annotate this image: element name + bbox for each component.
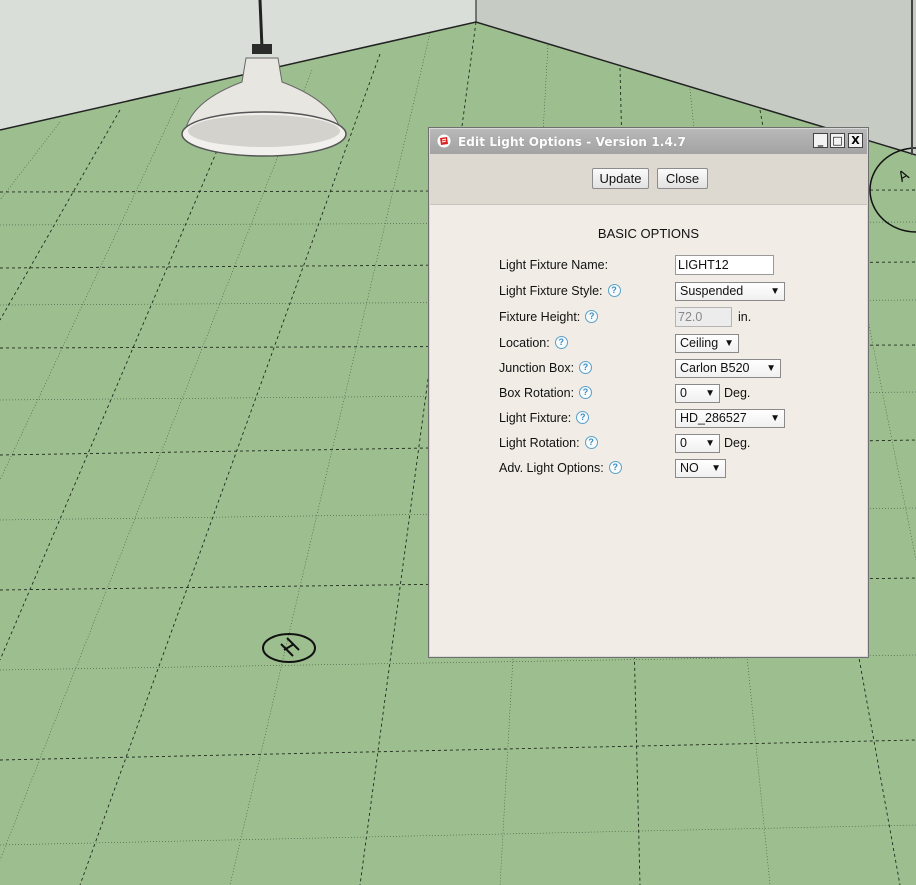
junction-box-label: Junction Box:? [499,361,593,375]
junction-box-value: Carlon B520 [680,361,750,375]
fixture-height-unit: in. [738,310,752,324]
light-fixture-label: Light Fixture:? [499,411,590,425]
light-rotation-unit: Deg. [724,436,751,450]
close-window-button[interactable]: X [848,133,863,148]
title-bar[interactable]: Edit Light Options - Version 1.4.7 _ □ X [430,129,867,154]
junction-box-label-text: Junction Box: [499,361,575,375]
action-bar: Update Close [430,154,867,205]
help-icon[interactable]: ? [579,361,593,374]
fixture-height-label: Fixture Height:? [499,310,599,324]
help-icon[interactable]: ? [584,436,598,449]
location-select[interactable]: Ceiling ▼ [675,334,739,353]
box-rotation-label: Box Rotation:? [499,386,593,400]
light-fixture-label-text: Light Fixture: [499,411,572,425]
dropdown-arrow-icon: ▼ [770,413,780,424]
fixture-style-label-text: Light Fixture Style: [499,284,603,298]
light-rotation-label: Light Rotation:? [499,436,598,450]
fixture-style-label: Light Fixture Style:? [499,284,621,298]
dropdown-arrow-icon: ▼ [724,338,734,349]
fixture-name-label: Light Fixture Name: [499,258,608,272]
help-icon[interactable]: ? [608,461,622,474]
window-title: Edit Light Options - Version 1.4.7 [458,135,687,149]
adv-options-label-text: Adv. Light Options: [499,461,604,475]
help-icon[interactable]: ? [579,386,593,399]
fixture-name-label-text: Light Fixture Name: [499,258,609,272]
minimize-button[interactable]: _ [813,133,828,148]
adv-options-label: Adv. Light Options:? [499,461,622,475]
dropdown-arrow-icon: ▼ [711,463,721,474]
help-icon[interactable]: ? [607,284,621,297]
dropdown-arrow-icon: ▼ [766,363,776,374]
box-rotation-label-text: Box Rotation: [499,386,575,400]
section-title: BASIC OPTIONS [597,226,700,241]
edit-light-options-dialog: Edit Light Options - Version 1.4.7 _ □ X… [428,127,869,658]
box-rotation-unit: Deg. [724,386,751,400]
location-value: Ceiling [680,336,719,350]
fixture-height-label-text: Fixture Height: [499,310,581,324]
adv-options-select[interactable]: NO ▼ [675,459,726,478]
adv-options-value: NO [680,461,699,475]
junction-box-select[interactable]: Carlon B520 ▼ [675,359,781,378]
box-rotation-value: 0 [680,386,687,400]
update-button[interactable]: Update [592,168,649,189]
location-label-text: Location: [499,336,550,350]
light-rotation-label-text: Light Rotation: [499,436,580,450]
sketchup-app-icon [437,134,451,148]
maximize-button[interactable]: □ [830,133,845,148]
help-icon[interactable]: ? [576,411,590,424]
light-rotation-select[interactable]: 0 ▼ [675,434,720,453]
help-icon[interactable]: ? [554,336,568,349]
help-icon[interactable]: ? [585,310,599,323]
dropdown-arrow-icon: ▼ [705,388,715,399]
dropdown-arrow-icon: ▼ [770,286,780,297]
light-rotation-value: 0 [680,436,687,450]
box-rotation-select[interactable]: 0 ▼ [675,384,720,403]
close-button[interactable]: Close [657,168,708,189]
fixture-height-input [675,307,732,327]
light-fixture-select[interactable]: HD_286527 ▼ [675,409,785,428]
fixture-style-select[interactable]: Suspended ▼ [675,282,785,301]
fixture-name-input[interactable] [675,255,774,275]
fixture-style-value: Suspended [680,284,744,298]
light-fixture-value: HD_286527 [680,411,747,425]
location-label: Location:? [499,336,568,350]
dropdown-arrow-icon: ▼ [705,438,715,449]
